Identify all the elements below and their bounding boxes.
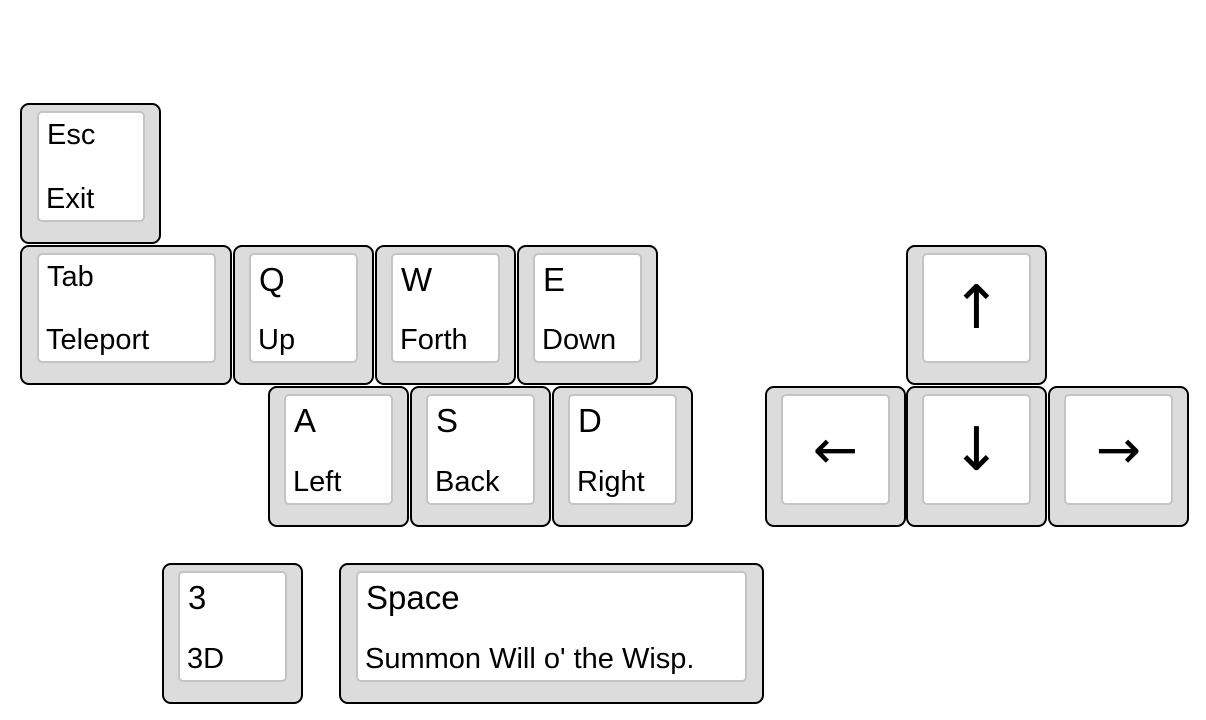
tab-key-label: Tab bbox=[47, 261, 94, 293]
esc-keycap: Esc Exit bbox=[37, 111, 145, 222]
three-key[interactable]: 3 3D bbox=[162, 563, 303, 704]
arrow-right-keycap: → bbox=[1064, 394, 1173, 505]
three-key-action: 3D bbox=[187, 643, 225, 675]
w-key[interactable]: W Forth bbox=[375, 245, 516, 385]
w-keycap: W Forth bbox=[391, 253, 500, 363]
arrow-right-icon: → bbox=[1095, 417, 1142, 481]
s-key-label: S bbox=[436, 402, 459, 439]
e-keycap: E Down bbox=[533, 253, 642, 363]
e-key-label: E bbox=[543, 261, 566, 298]
space-keycap: Space Summon Will o' the Wisp. bbox=[356, 571, 747, 682]
e-key-action: Down bbox=[542, 324, 617, 356]
arrow-up-keycap: ↑ bbox=[922, 253, 1031, 363]
d-key-action: Right bbox=[577, 466, 645, 498]
space-key-label: Space bbox=[366, 579, 460, 616]
w-key-action: Forth bbox=[400, 324, 468, 356]
arrow-left-icon: ← bbox=[812, 417, 859, 481]
q-key-action: Up bbox=[258, 324, 296, 356]
a-key-label: A bbox=[294, 402, 317, 439]
s-key-action: Back bbox=[435, 466, 500, 498]
three-key-label: 3 bbox=[188, 579, 207, 616]
s-key[interactable]: S Back bbox=[410, 386, 551, 527]
a-key-action: Left bbox=[293, 466, 342, 498]
d-key-label: D bbox=[578, 402, 602, 439]
e-key[interactable]: E Down bbox=[517, 245, 658, 385]
esc-key-action: Exit bbox=[46, 183, 95, 215]
q-keycap: Q Up bbox=[249, 253, 358, 363]
arrow-down-icon: ↓ bbox=[951, 414, 1002, 485]
arrow-right-key[interactable]: → bbox=[1048, 386, 1189, 527]
space-key[interactable]: Space Summon Will o' the Wisp. bbox=[339, 563, 764, 704]
q-key[interactable]: Q Up bbox=[233, 245, 374, 385]
three-keycap: 3 3D bbox=[178, 571, 287, 682]
esc-key-label: Esc bbox=[47, 119, 96, 151]
arrow-down-key[interactable]: ↓ bbox=[906, 386, 1047, 527]
tab-keycap: Tab Teleport bbox=[37, 253, 216, 363]
tab-key[interactable]: Tab Teleport bbox=[20, 245, 232, 385]
arrow-left-keycap: ← bbox=[781, 394, 890, 505]
d-keycap: D Right bbox=[568, 394, 677, 505]
arrow-up-key[interactable]: ↑ bbox=[906, 245, 1047, 385]
arrow-down-keycap: ↓ bbox=[922, 394, 1031, 505]
arrow-up-icon: ↑ bbox=[951, 273, 1002, 343]
arrow-left-key[interactable]: ← bbox=[765, 386, 906, 527]
tab-key-action: Teleport bbox=[46, 324, 150, 356]
s-keycap: S Back bbox=[426, 394, 535, 505]
space-key-action: Summon Will o' the Wisp. bbox=[365, 643, 695, 675]
esc-key[interactable]: Esc Exit bbox=[20, 103, 161, 244]
d-key[interactable]: D Right bbox=[552, 386, 693, 527]
a-keycap: A Left bbox=[284, 394, 393, 505]
q-key-label: Q bbox=[259, 261, 285, 298]
a-key[interactable]: A Left bbox=[268, 386, 409, 527]
w-key-label: W bbox=[401, 261, 433, 298]
